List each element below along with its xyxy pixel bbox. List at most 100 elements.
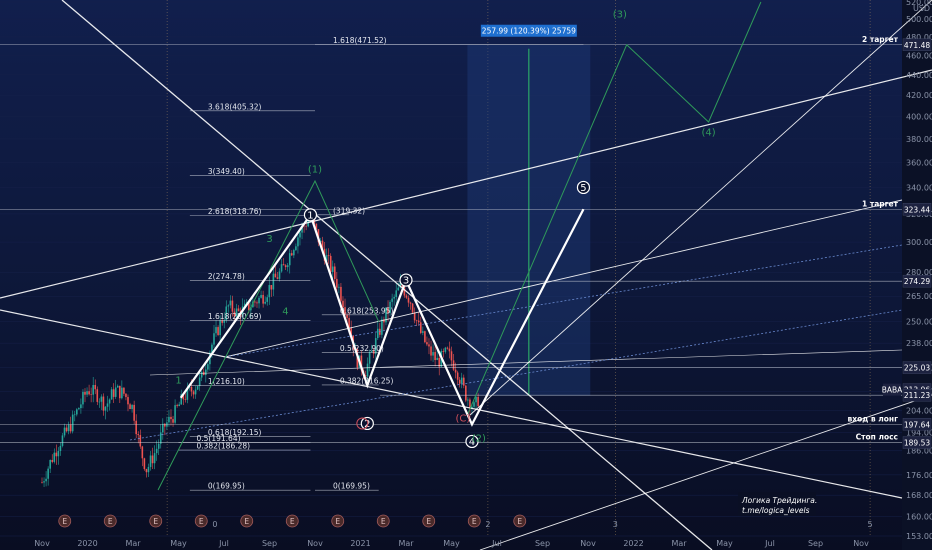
fib-label: 1.618(471.52) xyxy=(333,36,387,45)
candle-body xyxy=(411,303,414,313)
fib-label: 0.618(253.95) xyxy=(340,306,394,315)
earnings-marker-label: E xyxy=(108,517,113,526)
candle-body xyxy=(256,302,258,304)
candle-body xyxy=(278,271,281,279)
candle-body xyxy=(458,379,461,384)
candle-body xyxy=(434,352,436,361)
candle-body xyxy=(135,420,137,435)
candle-body xyxy=(260,294,262,298)
earnings-marker-label: E xyxy=(381,517,386,526)
candle-body xyxy=(86,391,88,395)
earnings-marker-label: E xyxy=(62,517,67,526)
candle-body xyxy=(100,396,103,402)
price-tag-text: 189.53 xyxy=(904,439,930,448)
projection-label: 257.99 (120.39%) 25759 xyxy=(482,27,576,36)
candle-body xyxy=(116,385,119,388)
level-tag: вход в лонг xyxy=(847,414,898,423)
time-tick-label: 2021 xyxy=(350,539,370,548)
candle-body xyxy=(176,405,178,407)
candle-body xyxy=(205,369,207,376)
time-marker-number: 0 xyxy=(212,520,217,529)
earnings-marker-label: E xyxy=(199,517,204,526)
candle-body xyxy=(53,452,56,462)
candle-body xyxy=(215,327,217,334)
time-tick-label: Nov xyxy=(853,539,869,548)
candle-body xyxy=(297,237,299,247)
earnings-marker-label: E xyxy=(244,517,249,526)
time-tick-label: May xyxy=(170,539,187,548)
earnings-marker-label: E xyxy=(335,517,340,526)
fib-label: 0.382(186.28) xyxy=(197,442,251,451)
candle-body xyxy=(462,377,465,386)
candle-body xyxy=(41,482,43,483)
candle-body xyxy=(293,250,295,256)
wave-label: 1 xyxy=(175,375,181,386)
time-tick-label: Mar xyxy=(398,539,414,548)
wave-label: 1 xyxy=(307,210,313,221)
projection-box[interactable]: 257.99 (120.39%) 25759 xyxy=(467,24,591,396)
price-tag-text: 197.64 xyxy=(904,420,930,429)
price-tag-text: 274.29 xyxy=(904,277,930,286)
candle-body xyxy=(436,357,438,361)
candle-body xyxy=(61,435,64,446)
fib-label: (319.32) xyxy=(333,206,365,215)
candle-body xyxy=(157,443,160,449)
candle-body xyxy=(69,424,72,432)
candle-body xyxy=(213,333,215,345)
fib-label: 2(274.78) xyxy=(208,272,245,281)
time-tick-label: 2022 xyxy=(623,539,643,548)
time-marker-number: 5 xyxy=(868,520,873,529)
fib-label: 3.618(405.32) xyxy=(208,102,262,111)
candle-body xyxy=(407,297,410,303)
candle-body xyxy=(49,460,51,469)
wave-label: 3 xyxy=(403,276,409,287)
candle-body xyxy=(106,403,109,407)
fib-label: 1.618(250.69) xyxy=(208,312,262,321)
candle-body xyxy=(168,416,170,423)
time-tick-label: Nov xyxy=(34,539,50,548)
candle-body xyxy=(448,348,451,352)
price-tick-label: 168.00 xyxy=(906,491,932,500)
candle-body xyxy=(90,394,92,395)
chart-background xyxy=(0,0,902,550)
candle-body xyxy=(395,290,398,297)
candle-body xyxy=(47,468,49,479)
candle-body xyxy=(413,312,416,321)
time-tick-label: Sep xyxy=(262,539,277,548)
candle-body xyxy=(338,286,340,288)
candle-body xyxy=(329,255,332,272)
candle-body xyxy=(424,331,426,343)
wave-label: (3) xyxy=(613,9,627,20)
candle-body xyxy=(284,265,287,268)
price-tick-label: 340.00 xyxy=(906,183,932,192)
candle-body xyxy=(262,294,264,304)
candle-body xyxy=(151,455,154,464)
candle-body xyxy=(397,287,400,291)
candle-body xyxy=(280,264,283,272)
candle-body xyxy=(288,253,291,266)
candle-body xyxy=(305,225,307,227)
candle-body xyxy=(415,320,418,321)
candle-body xyxy=(153,453,156,464)
price-tick-label: 420.00 xyxy=(906,91,932,100)
candle-body xyxy=(131,404,133,410)
candle-body xyxy=(454,369,457,373)
candle-body xyxy=(477,396,479,406)
candle-body xyxy=(290,253,293,256)
candle-body xyxy=(196,386,199,390)
candle-body xyxy=(133,404,135,421)
time-tick-label: May xyxy=(716,539,733,548)
candle-body xyxy=(282,264,285,266)
candle-body xyxy=(417,320,420,323)
candle-body xyxy=(155,448,158,454)
price-tag-text: 323.44 xyxy=(904,205,930,214)
candle-body xyxy=(172,419,174,423)
annotation-line: t.me/logica_levels xyxy=(742,506,810,515)
candle-body xyxy=(51,460,54,462)
price-tick-label: 360.00 xyxy=(906,159,932,168)
price-tag-text: 225.03 xyxy=(904,364,930,373)
candle-body xyxy=(264,301,266,304)
candle-body xyxy=(43,481,45,483)
candle-body xyxy=(104,406,107,411)
candle-body xyxy=(143,458,146,470)
